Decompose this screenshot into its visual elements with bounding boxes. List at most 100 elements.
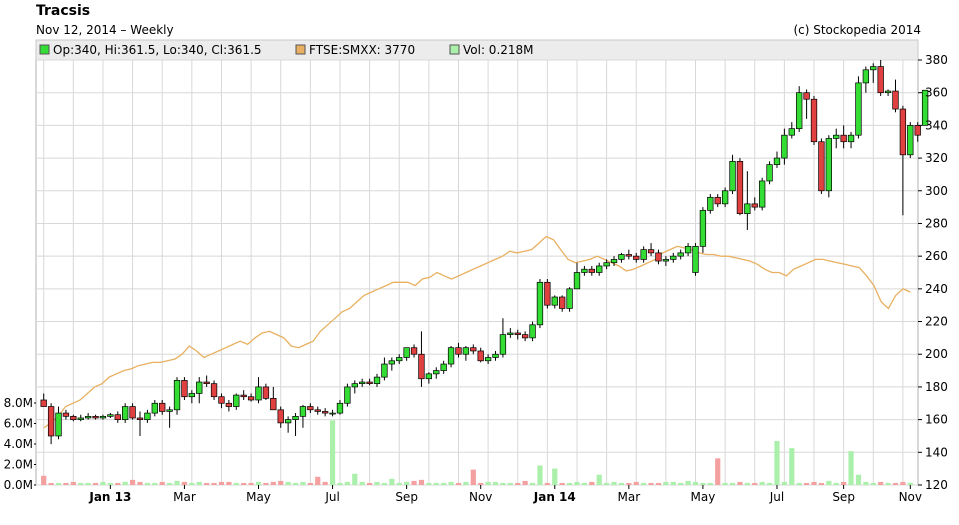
candle-body [818, 141, 825, 192]
candle-body [151, 402, 158, 414]
x-tick-label: Nov [469, 490, 492, 504]
volume-bar [722, 482, 728, 485]
volume-bar [633, 481, 639, 485]
volume-bar [515, 482, 521, 485]
candle-body [314, 409, 321, 412]
volume-bar [167, 482, 173, 485]
candle-body [588, 268, 595, 273]
candle-body [803, 92, 810, 100]
volume-bar [826, 480, 832, 485]
volume-bar [159, 481, 165, 485]
volume-bar [707, 482, 713, 485]
price-tick-label: 180 [925, 380, 948, 394]
candle-body [351, 383, 358, 388]
volume-bar [596, 474, 602, 485]
x-tick-label: Jul [769, 490, 784, 504]
candle-body [114, 414, 121, 420]
volume-bar [804, 482, 810, 485]
volume-bar [796, 482, 802, 485]
x-tick-label: May [246, 490, 271, 504]
volume-bar [855, 474, 862, 485]
x-tick-label: Jul [324, 490, 339, 504]
volume-bar [285, 481, 291, 485]
candle-body [766, 164, 773, 182]
candle-body [840, 134, 847, 143]
volume-bar [626, 482, 632, 485]
volume-bar [144, 482, 150, 485]
candle-body [662, 259, 670, 262]
candle-body [107, 414, 114, 417]
candle-body [603, 262, 610, 267]
candle-body [159, 402, 166, 412]
candle-body [862, 69, 870, 84]
candle-body [610, 259, 618, 264]
candle-body [877, 66, 884, 94]
volume-tick-label: 0.0M [4, 478, 33, 492]
candle-body [699, 210, 707, 247]
candle-body [773, 157, 781, 165]
grid [35, 59, 919, 486]
volume-bar [581, 482, 587, 485]
candle-body [736, 160, 744, 215]
candle-body [144, 412, 151, 420]
volume-bar [63, 482, 69, 485]
chart-root: Tracsis Nov 12, 2014 – Weekly (c) Stocko… [0, 0, 959, 525]
candle-body [892, 90, 899, 110]
candle-body [744, 203, 751, 215]
volume-bar [255, 481, 262, 485]
volume-bar [478, 482, 484, 485]
legend-index-text: FTSE:SMXX: 3770 [309, 43, 415, 57]
x-tick-label: Sep [395, 490, 418, 504]
x-tick-label: Jan 14 [533, 490, 576, 504]
candle-body [751, 203, 758, 208]
candle-body [714, 196, 721, 205]
volume-bar [492, 481, 499, 485]
volume-bar [455, 482, 462, 485]
volume-bar [655, 482, 662, 485]
candle-body [870, 66, 877, 71]
legend-volume-text: Vol: 0.218M [463, 43, 534, 57]
volume-bar [500, 482, 506, 485]
price-tick-label: 380 [925, 53, 948, 67]
candle-body [810, 98, 818, 143]
candle-body [240, 394, 247, 398]
candle-body [173, 380, 181, 411]
candle-body [655, 252, 662, 262]
volume-bar [752, 482, 758, 485]
x-tick-label: Mar [618, 490, 641, 504]
volume-bar [604, 482, 610, 485]
candle-body [403, 347, 410, 358]
candle-body [914, 125, 921, 136]
volume-bar [766, 482, 773, 485]
volume-bar [441, 482, 447, 485]
candle-body [99, 415, 107, 419]
volume-bar [174, 480, 180, 485]
volume-bar [374, 481, 380, 485]
candle-body [833, 134, 840, 139]
candle-body [218, 396, 225, 404]
volume-bar [744, 482, 750, 485]
volume-tick-label: 8.0M [4, 396, 33, 410]
price-tick-label: 200 [925, 347, 948, 361]
candle-body [366, 381, 373, 385]
volume-bar [100, 481, 106, 485]
legend-ohlc-swatch [39, 44, 50, 55]
candle-body [388, 360, 395, 365]
volume-bar [781, 481, 787, 485]
candle-body [40, 399, 47, 407]
volume-bar [448, 481, 454, 485]
volume-bar [485, 481, 491, 485]
candle-body [470, 347, 477, 352]
candle-body [70, 415, 77, 420]
candle-body [344, 386, 351, 404]
volume-bar [692, 481, 699, 485]
volume-bar [85, 482, 91, 485]
candle-body [707, 196, 714, 211]
candle-body [907, 125, 914, 156]
volume-bar [729, 482, 736, 485]
volume-bar [641, 482, 647, 485]
volume-bar [78, 482, 84, 485]
volume-bar [418, 479, 425, 485]
volume-bar [566, 482, 573, 485]
x-tick-label: Mar [173, 490, 196, 504]
